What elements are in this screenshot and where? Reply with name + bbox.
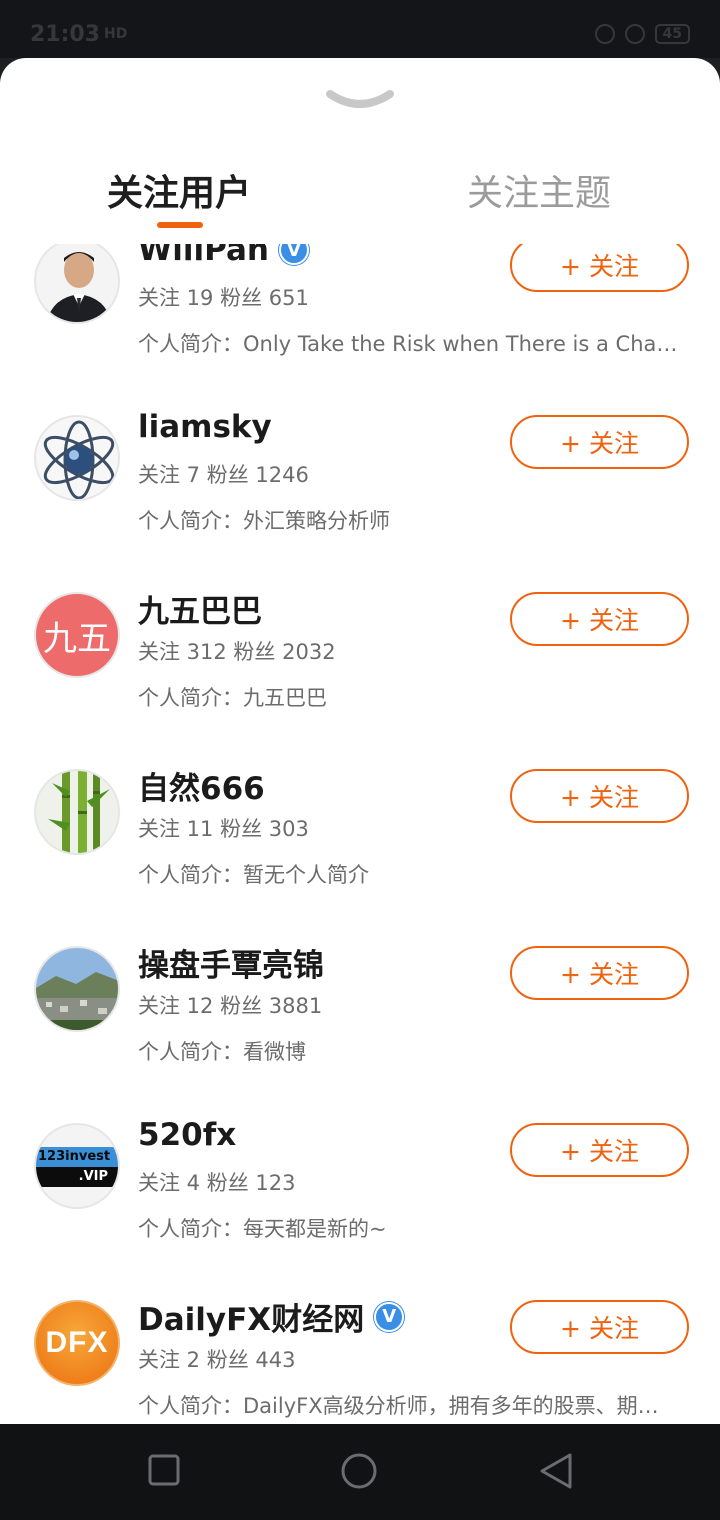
follow-button[interactable]: + 关注 bbox=[510, 769, 689, 823]
list-item[interactable]: 操盘手覃亮锦 关注 12 粉丝 3881 个人简介：看微博 + 关注 bbox=[0, 946, 720, 1123]
network-indicator: HD bbox=[104, 26, 128, 42]
user-name-text: 自然666 bbox=[138, 771, 265, 807]
user-list: WillPan V 关注 19 粉丝 651 个人简介：Only Take th… bbox=[0, 244, 720, 1424]
user-stats: 关注 11 粉丝 303 bbox=[138, 817, 309, 841]
user-name-text: WillPan bbox=[138, 244, 269, 268]
avatar[interactable]: 九五 bbox=[34, 592, 120, 678]
user-bio: 个人简介：Only Take the Risk when There is a … bbox=[138, 332, 690, 356]
user-bio: 个人简介：外汇策略分析师 bbox=[138, 509, 390, 533]
user-name-text: liamsky bbox=[138, 409, 272, 445]
tab-bar: 关注用户 关注主题 bbox=[0, 158, 720, 238]
avatar[interactable] bbox=[34, 946, 120, 1032]
status-icons: 45 bbox=[594, 24, 690, 44]
user-name-text: 操盘手覃亮锦 bbox=[138, 948, 324, 984]
user-name[interactable]: liamsky bbox=[138, 409, 272, 445]
alarm-icon bbox=[594, 24, 615, 44]
system-nav-bar bbox=[0, 1424, 720, 1520]
tab-followed-users[interactable]: 关注用户 bbox=[107, 164, 251, 216]
avatar-text: 九五 bbox=[43, 618, 111, 659]
recent-apps-icon[interactable] bbox=[148, 1454, 180, 1486]
user-name-text: 520fx bbox=[138, 1117, 237, 1153]
back-icon[interactable] bbox=[538, 1452, 574, 1490]
home-icon[interactable] bbox=[340, 1452, 378, 1490]
status-time: 21:03 bbox=[30, 22, 101, 47]
follow-button[interactable]: + 关注 bbox=[510, 244, 689, 292]
user-name-text: DailyFX财经网 bbox=[138, 1302, 365, 1338]
location-icon bbox=[624, 24, 645, 44]
tab-followed-topics[interactable]: 关注主题 bbox=[467, 164, 611, 216]
user-stats: 关注 12 粉丝 3881 bbox=[138, 994, 323, 1018]
avatar[interactable] bbox=[34, 244, 120, 324]
verified-badge-icon: V bbox=[374, 1301, 405, 1332]
user-name[interactable]: 操盘手覃亮锦 bbox=[138, 940, 324, 985]
user-name[interactable]: 九五巴巴 bbox=[138, 586, 262, 631]
verified-badge-icon: V bbox=[278, 244, 309, 265]
battery-indicator: 45 bbox=[654, 24, 690, 44]
user-bio: 个人简介：暂无个人简介 bbox=[138, 863, 369, 887]
follow-button[interactable]: + 关注 bbox=[510, 1123, 689, 1177]
user-stats: 关注 7 粉丝 1246 bbox=[138, 463, 309, 487]
user-stats: 关注 2 粉丝 443 bbox=[138, 1348, 296, 1372]
collapse-chevron-icon[interactable] bbox=[326, 88, 394, 114]
user-name[interactable]: 自然666 bbox=[138, 763, 265, 808]
user-name[interactable]: WillPan V bbox=[138, 244, 309, 268]
follow-sheet: 关注用户 关注主题 WillPan V 关注 19 粉丝 651 个人简介：On… bbox=[0, 58, 720, 1424]
follow-button[interactable]: + 关注 bbox=[510, 946, 689, 1000]
user-name[interactable]: 520fx bbox=[138, 1117, 236, 1153]
user-stats: 关注 19 粉丝 651 bbox=[138, 286, 309, 310]
follow-button[interactable]: + 关注 bbox=[510, 415, 689, 469]
list-item[interactable]: WillPan V 关注 19 粉丝 651 个人简介：Only Take th… bbox=[0, 244, 720, 415]
avatar-text-top: 123invest bbox=[36, 1147, 118, 1167]
user-stats: 关注 312 粉丝 2032 bbox=[138, 640, 336, 664]
follow-button[interactable]: + 关注 bbox=[510, 592, 689, 646]
user-bio: 个人简介：看微博 bbox=[138, 1040, 306, 1064]
avatar-text-bottom: .VIP bbox=[36, 1167, 118, 1187]
avatar[interactable]: DFX bbox=[34, 1300, 120, 1386]
user-stats: 关注 4 粉丝 123 bbox=[138, 1171, 296, 1195]
user-bio: 个人简介：每天都是新的~ bbox=[138, 1217, 387, 1241]
user-name-text: 九五巴巴 bbox=[138, 594, 262, 630]
avatar[interactable] bbox=[34, 415, 120, 501]
list-item[interactable]: 123invest .VIP 520fx 关注 4 粉丝 123 个人简介：每天… bbox=[0, 1117, 720, 1300]
avatar-text: DFX bbox=[45, 1326, 109, 1359]
status-bar: 21:03 HD 45 bbox=[0, 0, 720, 58]
avatar[interactable]: 123invest .VIP bbox=[34, 1123, 120, 1209]
avatar[interactable] bbox=[34, 769, 120, 855]
list-item[interactable]: 自然666 关注 11 粉丝 303 个人简介：暂无个人简介 + 关注 bbox=[0, 769, 720, 946]
user-bio: 个人简介：九五巴巴 bbox=[138, 686, 327, 710]
list-item[interactable]: DFX DailyFX财经网 V 关注 2 粉丝 443 个人简介：DailyF… bbox=[0, 1300, 720, 1424]
user-bio: 个人简介：DailyFX高级分析师，拥有多年的股票、期… bbox=[138, 1394, 659, 1418]
list-item[interactable]: 九五 九五巴巴 关注 312 粉丝 2032 个人简介：九五巴巴 + 关注 bbox=[0, 592, 720, 769]
follow-button[interactable]: + 关注 bbox=[510, 1300, 689, 1354]
list-item[interactable]: liamsky 关注 7 粉丝 1246 个人简介：外汇策略分析师 + 关注 bbox=[0, 409, 720, 592]
user-name[interactable]: DailyFX财经网 V bbox=[138, 1294, 405, 1339]
active-tab-indicator bbox=[157, 222, 203, 228]
